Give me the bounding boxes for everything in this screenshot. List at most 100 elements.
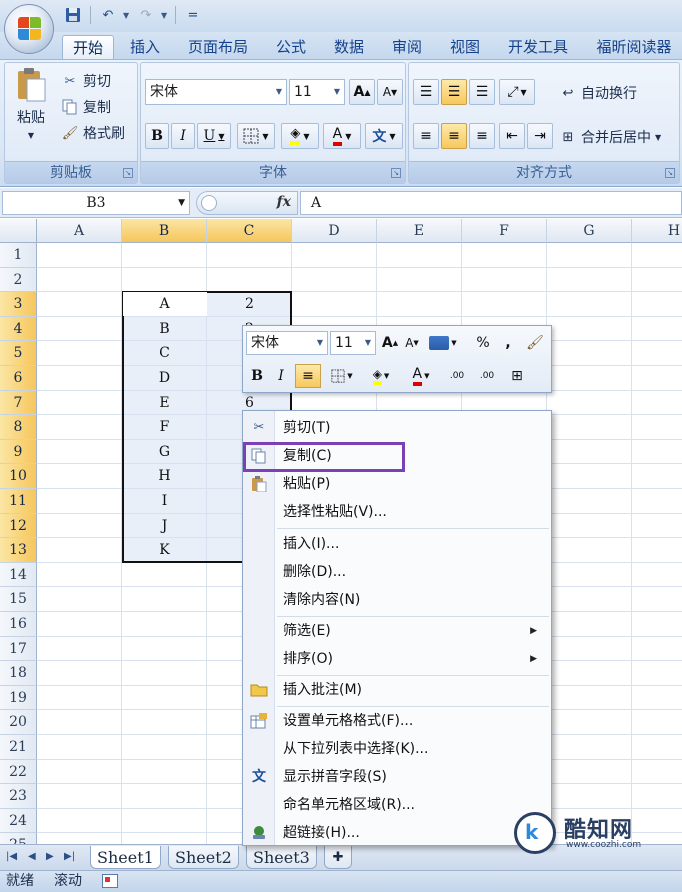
- row-header-20[interactable]: 20: [0, 710, 37, 735]
- mini-fill-color-button[interactable]: ◈ ▼: [363, 364, 399, 388]
- menu-item-paste-special[interactable]: 选择性粘贴(V)...: [243, 498, 551, 526]
- alignment-launcher-icon[interactable]: ↘: [665, 168, 675, 178]
- cell-b3[interactable]: A: [122, 292, 207, 317]
- row-header-3[interactable]: 3: [0, 292, 37, 317]
- menu-item-show-phonetic[interactable]: 文 显示拼音字段(S): [243, 763, 551, 791]
- row-header-16[interactable]: 16: [0, 612, 37, 637]
- align-left-button[interactable]: ≡: [413, 123, 439, 149]
- row-header-25[interactable]: 25: [0, 833, 37, 844]
- row-header-5[interactable]: 5: [0, 341, 37, 366]
- menu-item-define-name[interactable]: 命名单元格区域(R)...: [243, 791, 551, 819]
- row-header-1[interactable]: 1: [0, 243, 37, 268]
- cell-b7[interactable]: E: [122, 391, 207, 416]
- increase-indent-button[interactable]: ⇥: [527, 123, 553, 149]
- undo-dropdown-icon[interactable]: ▼: [123, 11, 131, 20]
- macro-record-icon[interactable]: [102, 874, 118, 888]
- formula-input[interactable]: A: [300, 191, 682, 215]
- grow-font-button[interactable]: A ▲: [349, 79, 375, 105]
- row-header-10[interactable]: 10: [0, 464, 37, 489]
- row-header-7[interactable]: 7: [0, 390, 37, 416]
- underline-button[interactable]: U ▼: [197, 123, 231, 149]
- font-launcher-icon[interactable]: ↘: [391, 168, 401, 178]
- phonetic-guide-button[interactable]: 文 ▼: [365, 123, 403, 149]
- column-header-d[interactable]: D: [292, 219, 377, 243]
- mini-percent-button[interactable]: %: [472, 331, 494, 355]
- row-header-22[interactable]: 22: [0, 759, 37, 785]
- mini-increase-decimal-button[interactable]: .00: [443, 364, 471, 388]
- mini-italic-button[interactable]: I: [270, 364, 292, 388]
- row-header-18[interactable]: 18: [0, 661, 37, 686]
- menu-item-filter[interactable]: 筛选(E) ▶: [243, 617, 551, 645]
- row-header-12[interactable]: 12: [0, 513, 37, 539]
- copy-button[interactable]: 复制: [61, 97, 111, 117]
- menu-item-delete[interactable]: 删除(D)...: [243, 558, 551, 586]
- decrease-indent-button[interactable]: ⇤: [499, 123, 525, 149]
- tab-home[interactable]: 开始: [62, 35, 114, 60]
- menu-item-insert-comment[interactable]: 插入批注(M): [243, 676, 551, 704]
- column-header-f[interactable]: F: [462, 219, 547, 243]
- row-header-14[interactable]: 14: [0, 562, 37, 588]
- undo-icon[interactable]: ↶: [97, 4, 119, 26]
- prev-sheet-icon[interactable]: ◀: [28, 851, 36, 862]
- wrap-text-button[interactable]: ↩ 自动换行: [559, 83, 637, 103]
- align-center-button[interactable]: ≡: [441, 123, 467, 149]
- menu-item-pick-from-list[interactable]: 从下拉列表中选择(K)...: [243, 735, 551, 763]
- row-header-9[interactable]: 9: [0, 439, 37, 465]
- cell-b11[interactable]: I: [122, 489, 207, 514]
- mini-decrease-decimal-button[interactable]: .00: [473, 364, 501, 388]
- cell-b8[interactable]: F: [122, 415, 207, 440]
- tab-data[interactable]: 数据: [326, 35, 372, 60]
- select-all-button[interactable]: [0, 219, 37, 243]
- align-bottom-button[interactable]: ☰: [469, 79, 495, 105]
- cell-b13[interactable]: K: [122, 538, 207, 563]
- column-header-c[interactable]: C: [207, 219, 292, 243]
- menu-item-clear-contents[interactable]: 清除内容(N): [243, 586, 551, 614]
- insert-function-icon[interactable]: fx: [277, 194, 291, 210]
- row-header-4[interactable]: 4: [0, 316, 37, 342]
- cut-button[interactable]: ✂ 剪切: [61, 71, 111, 91]
- column-header-h[interactable]: H: [632, 219, 682, 243]
- redo-dropdown-icon[interactable]: ▼: [161, 11, 169, 20]
- tab-formulas[interactable]: 公式: [268, 35, 314, 60]
- cell-b6[interactable]: D: [122, 366, 207, 391]
- cell-b5[interactable]: C: [122, 341, 207, 366]
- menu-item-insert[interactable]: 插入(I)...: [243, 530, 551, 558]
- name-box[interactable]: B3 ▼: [2, 191, 190, 215]
- row-header-19[interactable]: 19: [0, 685, 37, 711]
- row-header-21[interactable]: 21: [0, 735, 37, 760]
- tab-insert[interactable]: 插入: [122, 35, 168, 60]
- align-middle-button[interactable]: ☰: [441, 79, 467, 105]
- row-header-15[interactable]: 15: [0, 587, 37, 612]
- tab-review[interactable]: 审阅: [384, 35, 430, 60]
- row-header-6[interactable]: 6: [0, 366, 37, 391]
- menu-item-paste[interactable]: 粘贴(P): [243, 470, 551, 498]
- column-header-g[interactable]: G: [547, 219, 632, 243]
- font-name-combo[interactable]: 宋体 ▼: [145, 79, 287, 105]
- chevron-down-icon[interactable]: ▼: [178, 192, 185, 214]
- first-sheet-icon[interactable]: |◀: [6, 851, 17, 862]
- last-sheet-icon[interactable]: ▶|: [64, 851, 75, 862]
- shrink-font-button[interactable]: A ▼: [377, 79, 403, 105]
- mini-font-color-button[interactable]: A ▼: [403, 364, 439, 388]
- next-sheet-icon[interactable]: ▶: [46, 851, 54, 862]
- mini-bold-button[interactable]: B: [246, 364, 268, 388]
- insert-sheet-icon[interactable]: ✚: [324, 846, 352, 869]
- office-button[interactable]: [4, 4, 54, 54]
- column-header-e[interactable]: E: [377, 219, 462, 243]
- mini-grow-font-button[interactable]: A ▲: [380, 331, 400, 355]
- cell-b12[interactable]: J: [122, 514, 207, 539]
- formula-bar-handle-icon[interactable]: [201, 195, 217, 211]
- mini-comma-button[interactable]: ,: [498, 331, 518, 355]
- column-header-a[interactable]: A: [37, 219, 122, 243]
- mini-font-size-combo[interactable]: 11 ▼: [330, 331, 376, 355]
- font-color-button[interactable]: A ▼: [323, 123, 361, 149]
- borders-button[interactable]: ▼: [237, 123, 275, 149]
- column-header-b[interactable]: B: [122, 219, 207, 243]
- cell-b10[interactable]: H: [122, 464, 207, 489]
- fill-color-button[interactable]: ◈ ▼: [281, 123, 319, 149]
- sheet-tab-sheet3[interactable]: Sheet3: [246, 846, 317, 869]
- row-header-17[interactable]: 17: [0, 636, 37, 662]
- customize-qat-button[interactable]: =: [182, 4, 204, 26]
- font-size-combo[interactable]: 11 ▼: [289, 79, 345, 105]
- mini-merge-cells-icon[interactable]: ⊞: [505, 364, 529, 388]
